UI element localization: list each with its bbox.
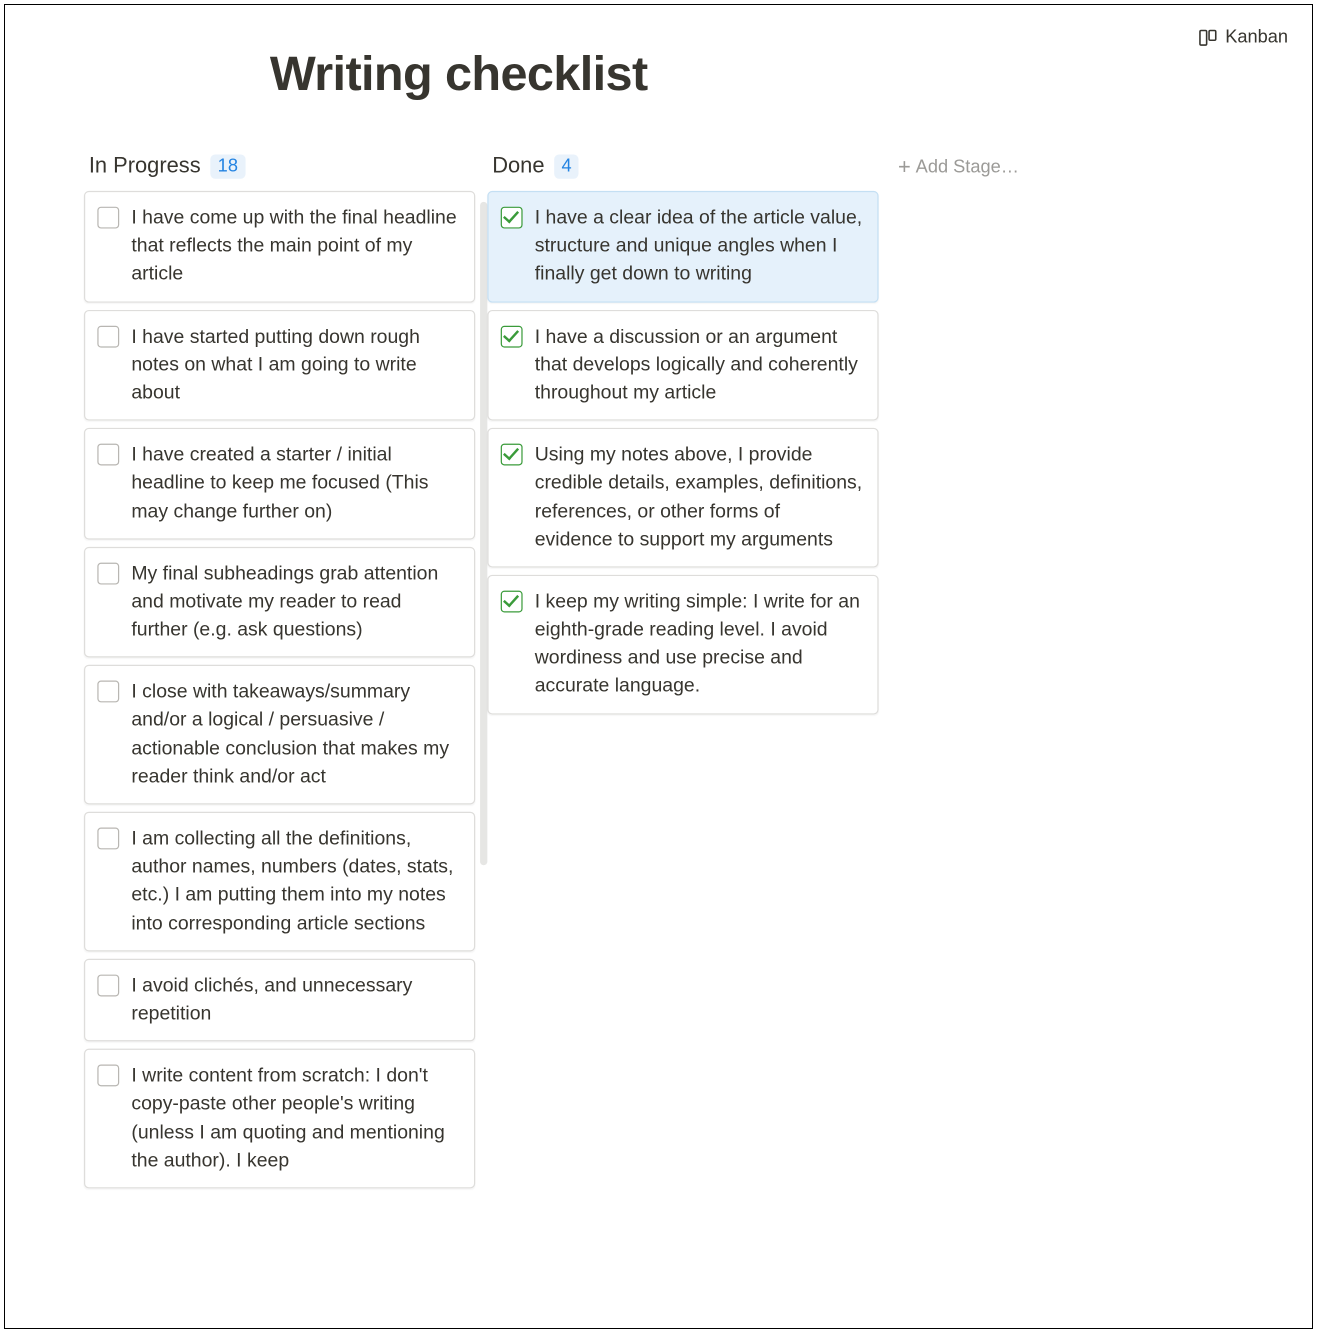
checkbox-icon[interactable] <box>97 444 119 466</box>
column-cards: I have come up with the final headline t… <box>84 191 475 1188</box>
column-title: In Progress <box>89 153 201 179</box>
card-text: I have come up with the final headline t… <box>131 204 459 289</box>
kanban-card[interactable]: I write content from scratch: I don't co… <box>84 1049 475 1188</box>
column-header[interactable]: Done 4 <box>487 153 878 191</box>
card-text: Using my notes above, I provide credible… <box>535 441 863 554</box>
column-count-badge: 4 <box>554 154 579 178</box>
checkbox-icon[interactable] <box>97 207 119 229</box>
view-switch-kanban[interactable]: Kanban <box>1198 27 1288 48</box>
column-done: Done 4 I have a clear idea of the articl… <box>487 153 878 714</box>
card-text: I am collecting all the definitions, aut… <box>131 825 459 938</box>
card-text: I keep my writing simple: I write for an… <box>535 588 863 701</box>
kanban-card[interactable]: My final subheadings grab attention and … <box>84 547 475 658</box>
checkbox-icon[interactable] <box>97 562 119 584</box>
add-stage-label: Add Stage… <box>916 156 1019 177</box>
checkbox-icon[interactable] <box>501 207 523 229</box>
view-switch-label: Kanban <box>1225 27 1288 48</box>
plus-icon: + <box>898 156 911 178</box>
column-cards: I have a clear idea of the article value… <box>487 191 878 714</box>
checkbox-icon[interactable] <box>501 444 523 466</box>
kanban-card[interactable]: I have a clear idea of the article value… <box>487 191 878 302</box>
card-text: I have created a starter / initial headl… <box>131 441 459 526</box>
checkbox-icon[interactable] <box>501 325 523 347</box>
column-count-badge: 18 <box>210 154 245 178</box>
checkbox-icon[interactable] <box>501 590 523 612</box>
card-text: I have a discussion or an argument that … <box>535 323 863 408</box>
scrollbar[interactable] <box>480 202 487 865</box>
kanban-card[interactable]: I close with takeaways/summary and/or a … <box>84 665 475 804</box>
kanban-card[interactable]: I have come up with the final headline t… <box>84 191 475 302</box>
kanban-card[interactable]: I have created a starter / initial headl… <box>84 428 475 539</box>
kanban-card[interactable]: Using my notes above, I provide credible… <box>487 428 878 567</box>
checkbox-icon[interactable] <box>97 828 119 850</box>
column-in-progress: In Progress 18 I have come up with the f… <box>84 153 475 1188</box>
checkbox-icon[interactable] <box>97 1065 119 1087</box>
card-text: I have started putting down rough notes … <box>131 323 459 408</box>
card-text: I have a clear idea of the article value… <box>535 204 863 289</box>
kanban-card[interactable]: I avoid clichés, and unnecessary repetit… <box>84 958 475 1041</box>
card-text: My final subheadings grab attention and … <box>131 560 459 645</box>
kanban-card[interactable]: I am collecting all the definitions, aut… <box>84 812 475 951</box>
card-text: I close with takeaways/summary and/or a … <box>131 678 459 791</box>
column-header[interactable]: In Progress 18 <box>84 153 475 191</box>
column-title: Done <box>492 153 544 179</box>
add-stage-button[interactable]: + Add Stage… <box>891 153 1073 177</box>
page-title[interactable]: Writing checklist <box>5 5 1312 102</box>
kanban-icon <box>1198 27 1217 46</box>
kanban-card[interactable]: I have started putting down rough notes … <box>84 309 475 420</box>
bottom-fade <box>5 1323 1312 1329</box>
checkbox-icon[interactable] <box>97 974 119 996</box>
card-text: I avoid clichés, and unnecessary repetit… <box>131 972 459 1028</box>
kanban-board: In Progress 18 I have come up with the f… <box>5 102 1312 1188</box>
checkbox-icon[interactable] <box>97 681 119 703</box>
card-text: I write content from scratch: I don't co… <box>131 1062 459 1175</box>
kanban-card[interactable]: I keep my writing simple: I write for an… <box>487 575 878 714</box>
kanban-card[interactable]: I have a discussion or an argument that … <box>487 309 878 420</box>
checkbox-icon[interactable] <box>97 325 119 347</box>
